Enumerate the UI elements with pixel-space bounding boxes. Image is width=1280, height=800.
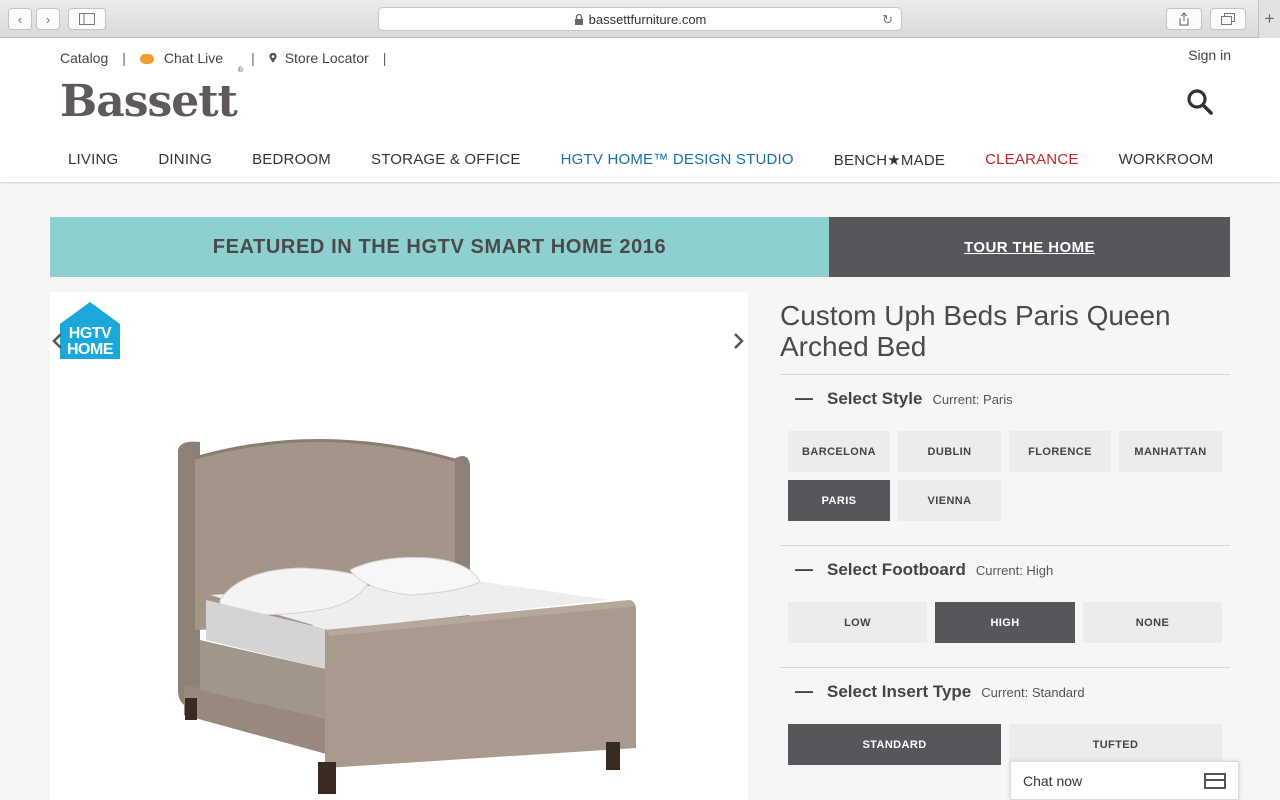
divider: |	[382, 50, 387, 66]
logo-text: Bassett	[60, 76, 238, 127]
previous-image-arrow[interactable]	[51, 330, 63, 356]
new-tab-button[interactable]: +	[1258, 0, 1280, 38]
nav-storage-office[interactable]: STORAGE & OFFICE	[371, 151, 521, 169]
product-title: Custom Uph Beds Paris Queen Arched Bed	[780, 300, 1171, 362]
chat-live-link[interactable]: Chat Live	[139, 50, 224, 66]
footboard-option-none[interactable]: NONE	[1083, 602, 1222, 643]
chat-now-label: Chat now	[1023, 772, 1083, 789]
divider: |	[122, 50, 126, 66]
footboard-option-high[interactable]: HIGH	[935, 602, 1075, 643]
hgtv-badge-line1: HGTV	[68, 325, 112, 342]
style-section-header[interactable]: — Select Style Current: Paris	[795, 388, 1013, 409]
insert-option-standard[interactable]: STANDARD	[788, 724, 1001, 765]
insert-current: Current: Standard	[981, 685, 1085, 700]
promo-banner: FEATURED IN THE HGTV SMART HOME 2016 TOU…	[50, 217, 1230, 277]
lock-icon	[574, 13, 583, 25]
tabs-button[interactable]	[1210, 8, 1246, 30]
share-button[interactable]	[1166, 8, 1202, 30]
nav-dining[interactable]: DINING	[158, 151, 212, 169]
chat-bubble-icon	[139, 54, 154, 64]
bed-product-image	[178, 439, 636, 794]
chat-now-widget[interactable]: Chat now	[1010, 761, 1239, 800]
store-locator-label: Store Locator	[284, 50, 369, 66]
store-locator-link[interactable]: Store Locator	[269, 50, 369, 66]
chevron-right-icon	[734, 333, 744, 349]
style-option-manhattan[interactable]: MANHATTAN	[1119, 431, 1222, 472]
footboard-section-header[interactable]: — Select Footboard Current: High	[795, 559, 1053, 580]
hgtv-home-badge: HGTV HOME	[60, 302, 120, 359]
section-divider	[780, 374, 1230, 375]
hgtv-badge-line2: HOME	[67, 341, 114, 358]
address-bar[interactable]: bassettfurniture.com ↻	[378, 7, 902, 31]
style-label: Select Style	[827, 389, 923, 408]
forward-button[interactable]: ›	[36, 8, 60, 30]
style-current: Current: Paris	[932, 392, 1013, 407]
chat-window-icon	[1204, 773, 1226, 789]
insert-section-header[interactable]: — Select Insert Type Current: Standard	[795, 681, 1085, 702]
featured-banner-text: FEATURED IN THE HGTV SMART HOME 2016	[50, 217, 829, 277]
tour-the-home-link[interactable]: TOUR THE HOME	[829, 217, 1230, 277]
registered-mark: ®	[236, 66, 244, 75]
insert-option-tufted[interactable]: TUFTED	[1009, 724, 1222, 765]
collapse-icon: —	[795, 388, 813, 408]
utility-links: Catalog | Chat Live | Store Locator |	[60, 50, 400, 66]
share-icon	[1179, 12, 1189, 26]
insert-label: Select Insert Type	[827, 682, 972, 701]
section-divider	[780, 545, 1230, 546]
chat-live-label: Chat Live	[163, 50, 224, 66]
nav-clearance[interactable]: CLEARANCE	[985, 151, 1079, 169]
chevron-left-icon	[52, 333, 62, 349]
nav-living[interactable]: LIVING	[68, 151, 118, 169]
back-button[interactable]: ‹	[8, 8, 32, 30]
footboard-current: Current: High	[975, 563, 1054, 578]
browser-toolbar: ‹ › bassettfurniture.com ↻ +	[0, 0, 1280, 38]
footboard-label: Select Footboard	[827, 560, 966, 579]
footboard-option-low[interactable]: LOW	[788, 602, 927, 643]
url-text: bassettfurniture.com	[588, 11, 707, 27]
reload-icon[interactable]: ↻	[882, 12, 893, 28]
divider: |	[251, 50, 255, 66]
nav-workroom[interactable]: WORKROOM	[1119, 151, 1214, 169]
location-pin-icon	[269, 53, 277, 63]
style-option-dublin[interactable]: DUBLIN	[898, 431, 1001, 472]
next-image-arrow[interactable]	[733, 330, 745, 356]
style-option-paris[interactable]: PARIS	[788, 480, 890, 521]
sidebar-icon	[79, 13, 95, 25]
sidebar-toggle-button[interactable]	[68, 8, 106, 30]
site-header: Catalog | Chat Live | Store Locator | Si…	[0, 38, 1280, 183]
style-option-florence[interactable]: FLORENCE	[1009, 431, 1111, 472]
sign-in-link[interactable]: Sign in	[1188, 47, 1231, 63]
tabs-icon	[1221, 13, 1235, 25]
style-option-barcelona[interactable]: BARCELONA	[788, 431, 890, 472]
search-icon[interactable]	[1186, 88, 1214, 116]
catalog-link[interactable]: Catalog	[60, 50, 108, 66]
nav-bench-made[interactable]: BENCH★MADE	[834, 151, 945, 169]
collapse-icon: —	[795, 559, 813, 579]
style-option-vienna[interactable]: VIENNA	[898, 480, 1001, 521]
bassett-logo[interactable]: Bassett®	[60, 66, 244, 127]
main-nav: LIVING DINING BEDROOM STORAGE & OFFICE H…	[68, 151, 1254, 169]
nav-hgtv-design-studio[interactable]: HGTV HOME™ DESIGN STUDIO	[561, 151, 794, 169]
collapse-icon: —	[795, 681, 813, 701]
section-divider	[780, 667, 1230, 668]
nav-bedroom[interactable]: BEDROOM	[252, 151, 331, 169]
